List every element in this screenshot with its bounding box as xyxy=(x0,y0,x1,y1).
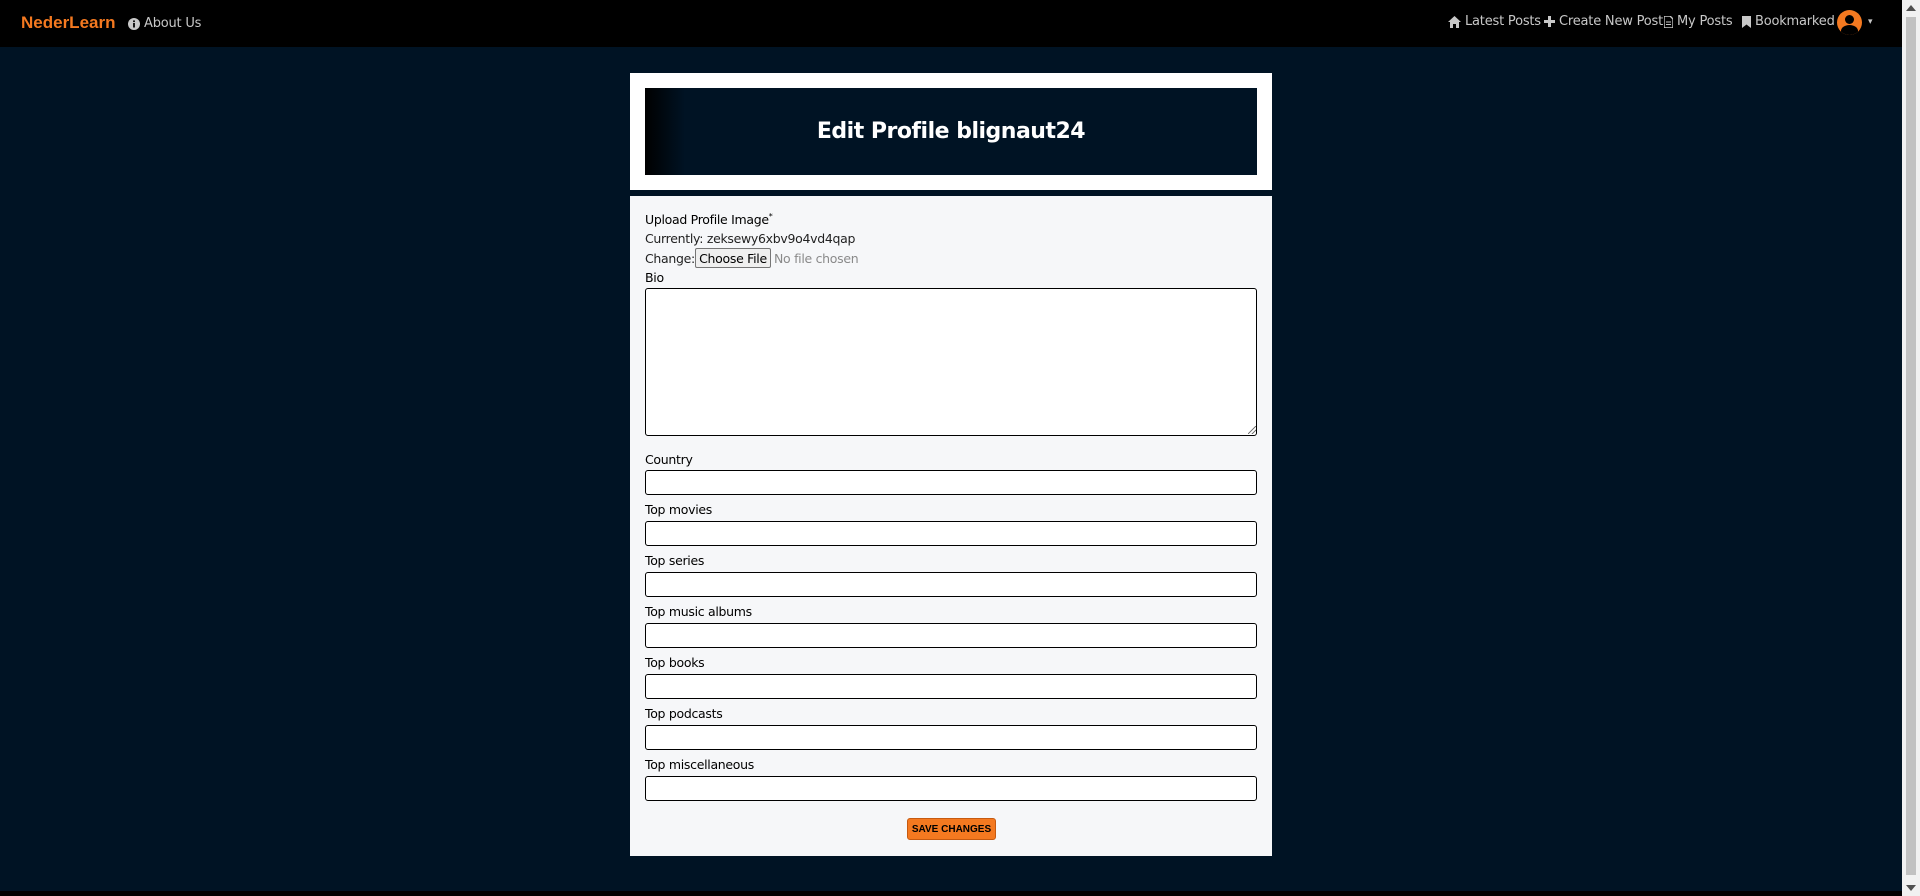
top-series-label: Top series xyxy=(645,553,705,568)
nav-create-new-post-label: Create New Post xyxy=(1559,14,1664,29)
top-books-label: Top books xyxy=(645,655,705,670)
nav-about-us[interactable]: About Us xyxy=(128,16,201,31)
country-input[interactable] xyxy=(645,470,1257,495)
info-circle-icon xyxy=(128,17,140,30)
nav-bookmarked[interactable]: Bookmarked xyxy=(1742,14,1835,29)
nav-about-us-label: About Us xyxy=(144,16,202,31)
top-music-albums-input[interactable] xyxy=(645,623,1257,648)
user-avatar-icon[interactable] xyxy=(1837,10,1862,35)
header-card: Edit Profile blignaut24 xyxy=(630,73,1272,190)
profile-image-label-text: Upload Profile Image xyxy=(645,212,769,227)
header-banner: Edit Profile blignaut24 xyxy=(645,88,1257,175)
currently-row: Currently: zeksewy6xbv9o4vd4qap xyxy=(645,231,855,246)
choose-file-button[interactable]: Choose File xyxy=(695,248,771,268)
top-podcasts-label: Top podcasts xyxy=(645,706,723,721)
profile-image-label: Upload Profile Image* xyxy=(645,212,773,227)
country-label: Country xyxy=(645,452,693,467)
bottom-strip xyxy=(0,891,1902,896)
nav-latest-posts[interactable]: Latest Posts xyxy=(1448,14,1541,29)
top-books-input[interactable] xyxy=(645,674,1257,699)
scrollbar-thumb[interactable] xyxy=(1906,17,1916,875)
bookmark-icon xyxy=(1742,15,1751,28)
brand-logo[interactable]: NederLearn xyxy=(21,13,115,33)
required-mark: * xyxy=(768,212,773,221)
top-series-input[interactable] xyxy=(645,572,1257,597)
edit-profile-form: Upload Profile Image* Currently: zeksewy… xyxy=(630,196,1272,856)
nav-my-posts-label: My Posts xyxy=(1677,14,1733,29)
bio-textarea[interactable] xyxy=(645,288,1257,436)
top-podcasts-input[interactable] xyxy=(645,725,1257,750)
plus-icon xyxy=(1544,16,1555,27)
change-label: Change: xyxy=(645,251,695,266)
nav-latest-posts-label: Latest Posts xyxy=(1465,14,1541,29)
document-icon xyxy=(1664,15,1673,28)
resize-grip-icon[interactable] xyxy=(1248,426,1256,434)
current-image-name[interactable]: zeksewy6xbv9o4vd4qap xyxy=(707,231,856,246)
scroll-down-arrow-icon[interactable] xyxy=(1906,885,1916,891)
top-movies-label: Top movies xyxy=(645,502,712,517)
nav-my-posts[interactable]: My Posts xyxy=(1664,14,1733,29)
top-miscellaneous-label: Top miscellaneous xyxy=(645,757,754,772)
chevron-down-icon[interactable]: ▾ xyxy=(1868,16,1873,27)
page-title: Edit Profile blignaut24 xyxy=(816,119,1086,144)
scroll-up-arrow-icon[interactable] xyxy=(1906,5,1916,11)
top-navbar: NederLearn About Us Latest Posts Create … xyxy=(0,0,1902,47)
top-music-albums-label: Top music albums xyxy=(645,604,752,619)
vertical-scrollbar[interactable] xyxy=(1902,0,1920,896)
bio-label: Bio xyxy=(645,270,664,285)
save-changes-button[interactable]: Save Changes xyxy=(907,818,996,840)
nav-create-new-post[interactable]: Create New Post xyxy=(1544,14,1663,29)
nav-bookmarked-label: Bookmarked xyxy=(1755,14,1835,29)
currently-label: Currently: xyxy=(645,231,704,246)
no-file-status: No file chosen xyxy=(774,251,859,266)
top-miscellaneous-input[interactable] xyxy=(645,776,1257,801)
home-icon xyxy=(1448,15,1461,28)
top-movies-input[interactable] xyxy=(645,521,1257,546)
